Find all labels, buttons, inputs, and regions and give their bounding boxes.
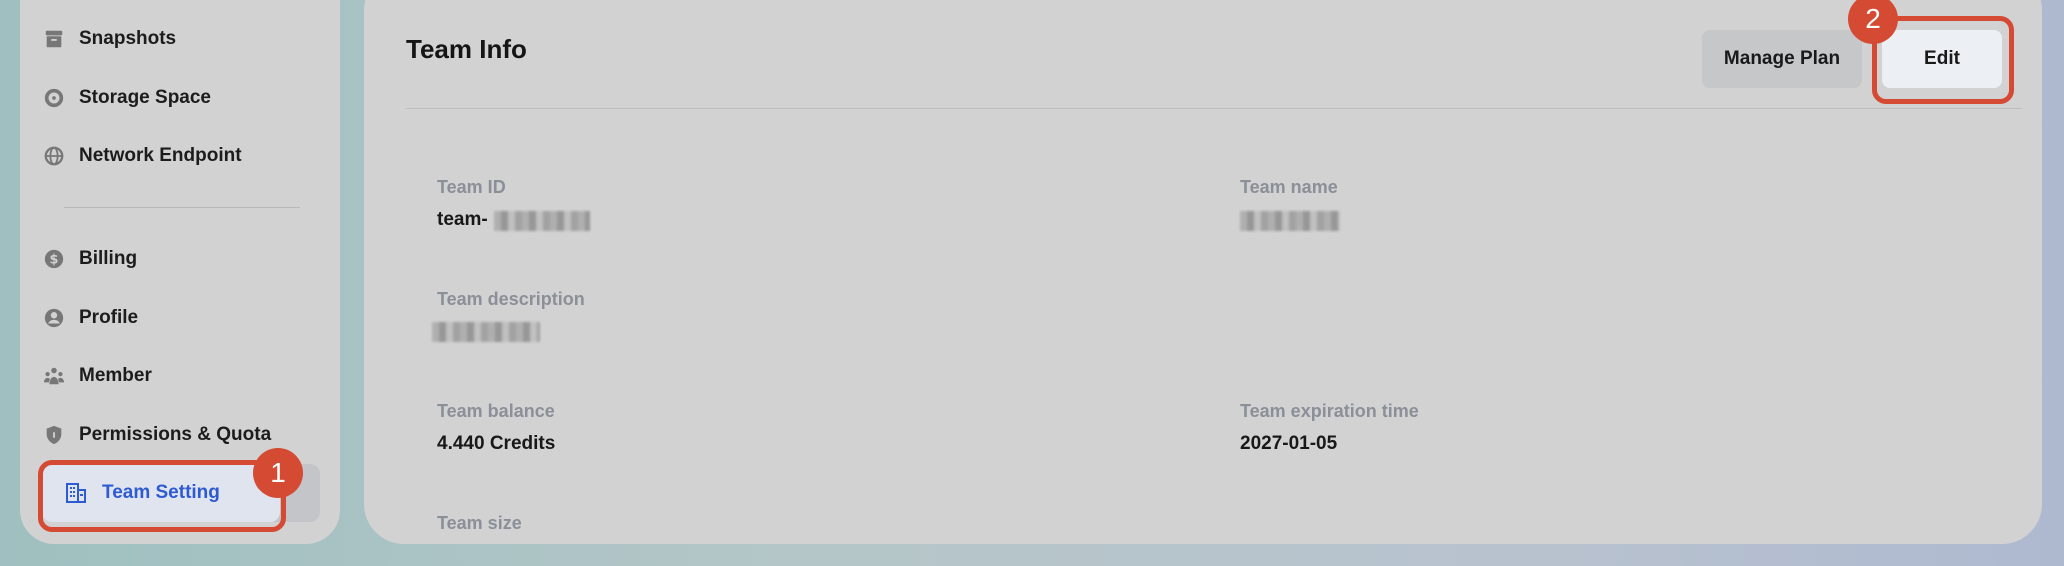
team-name-label: Team name <box>1240 177 1338 197</box>
team-expiration-label: Team expiration time <box>1240 401 1419 421</box>
storage-ring-icon <box>42 86 66 110</box>
callout-frame-1 <box>38 460 286 532</box>
team-expiration-value: 2027-01-05 <box>1240 433 1338 454</box>
sidebar-item-label: Network Endpoint <box>79 145 242 166</box>
dollar-circle-icon: $ <box>42 247 66 271</box>
svg-text:$: $ <box>50 253 59 268</box>
team-id-value: team- <box>437 209 488 230</box>
archive-icon <box>42 27 66 51</box>
sidebar-divider <box>64 207 300 208</box>
redacted-team-id <box>494 211 590 231</box>
sidebar-item-member[interactable]: Member <box>42 356 152 396</box>
sidebar-item-label: Storage Space <box>79 87 211 108</box>
header-divider <box>406 108 2022 109</box>
sidebar-item-label: Snapshots <box>79 28 177 49</box>
sidebar-item-label: Profile <box>79 307 139 328</box>
users-icon <box>42 364 66 388</box>
sidebar-item-label: Billing <box>79 248 138 269</box>
shield-icon <box>42 423 66 447</box>
team-description-label: Team description <box>437 289 585 309</box>
sidebar-item-permissions-quota[interactable]: Permissions & Quota <box>42 415 271 455</box>
user-circle-icon <box>42 306 66 330</box>
sidebar-item-label: Permissions & Quota <box>79 424 272 445</box>
globe-icon <box>42 144 66 168</box>
sidebar-item-billing[interactable]: $ Billing <box>42 239 137 279</box>
page-title: Team Info <box>406 34 527 64</box>
sidebar-item-network-endpoint[interactable]: Network Endpoint <box>42 136 242 176</box>
sidebar-item-snapshots[interactable]: Snapshots <box>42 19 176 59</box>
sidebar-item-label: Member <box>79 365 152 386</box>
step-badge-1: 1 <box>253 448 303 498</box>
team-id-label: Team ID <box>437 177 506 197</box>
redacted-team-description <box>432 322 540 342</box>
sidebar-item-storage-space[interactable]: Storage Space <box>42 78 211 118</box>
team-balance-label: Team balance <box>437 401 555 421</box>
sidebar-item-profile[interactable]: Profile <box>42 298 138 338</box>
redacted-team-name <box>1240 211 1340 231</box>
manage-plan-button[interactable]: Manage Plan <box>1702 30 1862 88</box>
team-balance-value: 4.440 Credits <box>437 433 556 454</box>
team-size-label: Team size <box>437 513 522 533</box>
